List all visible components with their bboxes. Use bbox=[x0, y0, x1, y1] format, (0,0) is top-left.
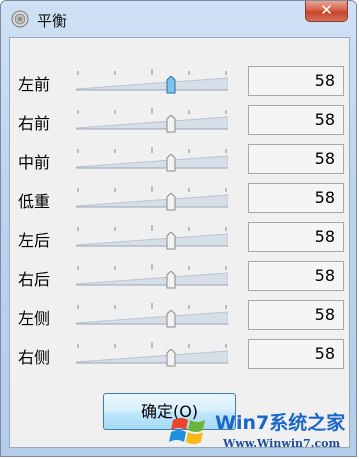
watermark: Win7系统之家 Www.Winwin7.com bbox=[167, 406, 357, 458]
channel-value-field[interactable]: 58 bbox=[248, 222, 344, 252]
channel-slider[interactable] bbox=[76, 66, 228, 96]
slider-thumb[interactable] bbox=[166, 115, 176, 133]
channel-row: 右前 58 bbox=[10, 105, 351, 139]
channel-row: 左侧 58 bbox=[10, 300, 351, 334]
channel-slider[interactable] bbox=[76, 222, 228, 252]
channel-row: 左后 58 bbox=[10, 222, 351, 256]
watermark-url: Www.Winwin7.com bbox=[223, 437, 341, 450]
channel-slider[interactable] bbox=[76, 105, 228, 135]
channel-row: 低重 58 bbox=[10, 183, 351, 217]
channel-label: 中前 bbox=[18, 153, 51, 172]
channel-slider[interactable] bbox=[76, 183, 228, 213]
channel-label: 右后 bbox=[18, 270, 51, 289]
slider-thumb[interactable] bbox=[166, 76, 176, 94]
slider-track bbox=[76, 147, 228, 169]
channel-row: 右侧 58 bbox=[10, 339, 351, 373]
speaker-icon bbox=[11, 10, 29, 28]
channel-slider[interactable] bbox=[76, 261, 228, 291]
slider-thumb[interactable] bbox=[166, 310, 176, 328]
slider-track bbox=[76, 69, 228, 91]
channel-value-field[interactable]: 58 bbox=[248, 261, 344, 291]
channel-label: 左侧 bbox=[18, 309, 51, 328]
windows-logo-icon bbox=[169, 418, 205, 444]
channel-slider[interactable] bbox=[76, 339, 228, 369]
channel-row: 中前 58 bbox=[10, 144, 351, 178]
channel-label: 低重 bbox=[18, 192, 51, 211]
channel-value-field[interactable]: 58 bbox=[248, 183, 344, 213]
channel-label: 左前 bbox=[18, 75, 51, 94]
slider-thumb[interactable] bbox=[166, 271, 176, 289]
slider-thumb[interactable] bbox=[166, 154, 176, 172]
slider-track bbox=[76, 303, 228, 325]
channel-label: 右侧 bbox=[18, 348, 51, 367]
channel-slider[interactable] bbox=[76, 144, 228, 174]
channel-row: 左前 58 bbox=[10, 66, 351, 100]
slider-thumb[interactable] bbox=[166, 232, 176, 250]
watermark-brand: Win7系统之家 bbox=[215, 412, 346, 434]
channel-label: 右前 bbox=[18, 114, 51, 133]
channel-value-field[interactable]: 58 bbox=[248, 105, 344, 135]
channel-row: 右后 58 bbox=[10, 261, 351, 295]
slider-thumb[interactable] bbox=[166, 349, 176, 367]
slider-thumb[interactable] bbox=[166, 193, 176, 211]
slider-track bbox=[76, 225, 228, 247]
close-button[interactable]: ✕ bbox=[305, 1, 348, 22]
slider-track bbox=[76, 186, 228, 208]
window-title: 平衡 bbox=[37, 12, 68, 30]
slider-track bbox=[76, 264, 228, 286]
channel-value-field[interactable]: 58 bbox=[248, 66, 344, 96]
dialog-body: 左前 58 右前 58 中前 58 低重 58 左后 58 右后 58 左侧 58 右侧 58 确定(O) bbox=[9, 37, 350, 448]
balance-dialog: 平衡 ✕ 左前 58 右前 58 中前 58 低重 58 左后 58 右后 58 左侧 58 右侧 58 确定… bbox=[0, 0, 357, 457]
slider-track bbox=[76, 342, 228, 364]
channel-slider[interactable] bbox=[76, 300, 228, 330]
channel-value-field[interactable]: 58 bbox=[248, 339, 344, 369]
slider-track bbox=[76, 108, 228, 130]
channel-value-field[interactable]: 58 bbox=[248, 300, 344, 330]
channel-label: 左后 bbox=[18, 231, 51, 250]
close-icon: ✕ bbox=[320, 1, 333, 19]
channel-value-field[interactable]: 58 bbox=[248, 144, 344, 174]
title-bar: 平衡 ✕ bbox=[1, 1, 356, 35]
